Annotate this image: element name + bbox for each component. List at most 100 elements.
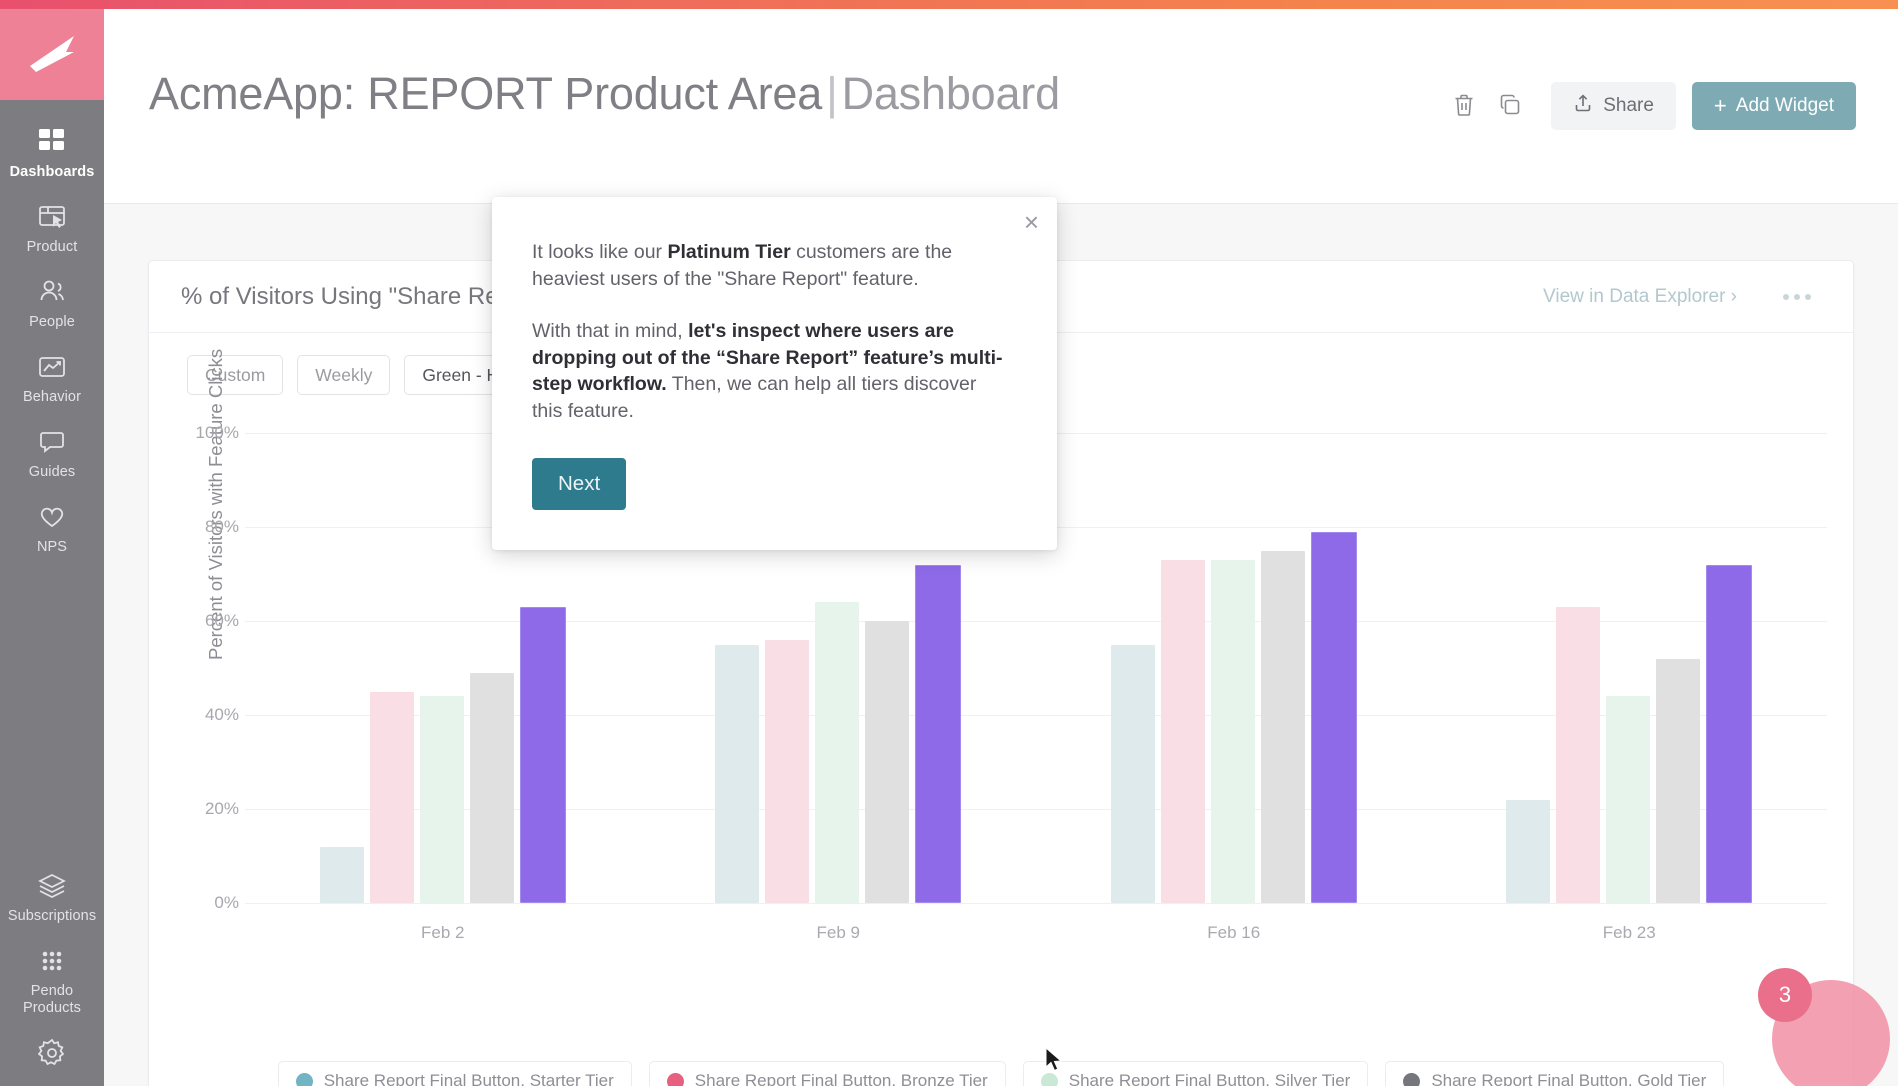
y-axis-tick: 20% bbox=[183, 799, 239, 819]
chart-bar[interactable] bbox=[915, 565, 961, 903]
y-axis-tick: 40% bbox=[183, 705, 239, 725]
delete-dashboard-button[interactable] bbox=[1441, 83, 1487, 129]
chart-bar[interactable] bbox=[370, 692, 414, 904]
sidebar-item-people[interactable]: People bbox=[0, 266, 104, 341]
sidebar-item-label: Dashboards bbox=[10, 164, 95, 181]
sidebar-item-label: Subscriptions bbox=[8, 908, 96, 925]
legend-item[interactable]: Share Report Final Button, Starter Tier bbox=[278, 1061, 632, 1086]
y-axis-tick: 0% bbox=[183, 893, 239, 913]
chart-bar[interactable] bbox=[765, 640, 809, 903]
filter-chip-interval[interactable]: Weekly bbox=[297, 355, 390, 395]
chart-bar[interactable] bbox=[1506, 800, 1550, 903]
chart-bar[interactable] bbox=[865, 621, 909, 903]
sidebar-nav-list: Dashboards Product bbox=[0, 100, 104, 566]
legend-item[interactable]: Share Report Final Button, Silver Tier bbox=[1023, 1061, 1369, 1086]
legend-label: Share Report Final Button, Bronze Tier bbox=[695, 1071, 988, 1086]
guide-p1-pre: It looks like our bbox=[532, 241, 667, 263]
pendo-logo-icon bbox=[26, 30, 78, 76]
trash-icon bbox=[1451, 92, 1477, 121]
page-title-app: AcmeApp: REPORT Product Area bbox=[149, 68, 822, 119]
kebab-dot bbox=[1805, 294, 1811, 300]
legend-item[interactable]: Share Report Final Button, Bronze Tier bbox=[649, 1061, 1006, 1086]
share-button[interactable]: Share bbox=[1551, 82, 1676, 130]
chart-bar[interactable] bbox=[320, 847, 364, 903]
close-icon[interactable]: × bbox=[1024, 209, 1039, 235]
guide-next-button[interactable]: Next bbox=[532, 458, 626, 510]
chart-bar[interactable] bbox=[1211, 560, 1255, 903]
sidebar-item-subscriptions[interactable]: Subscriptions bbox=[0, 860, 104, 935]
chart-bar[interactable] bbox=[1606, 696, 1650, 903]
chart-bar[interactable] bbox=[1706, 565, 1752, 903]
widget-header-actions: View in Data Explorer › bbox=[1543, 286, 1817, 308]
page-title-page: Dashboard bbox=[842, 68, 1060, 119]
duplicate-dashboard-button[interactable] bbox=[1487, 83, 1533, 129]
plus-icon: + bbox=[1714, 95, 1727, 117]
chart-bar[interactable] bbox=[1311, 532, 1357, 903]
filter-chip-date-range[interactable]: Custom bbox=[187, 355, 283, 395]
guide-paragraph-1: It looks like our Platinum Tier customer… bbox=[532, 239, 1005, 292]
x-axis-tick: Feb 2 bbox=[245, 923, 641, 943]
chart-bar[interactable] bbox=[1261, 551, 1305, 904]
chart-bar[interactable] bbox=[420, 696, 464, 903]
sidebar-item-behavior[interactable]: Behavior bbox=[0, 341, 104, 416]
layers-icon bbox=[37, 869, 67, 903]
resource-center-launcher[interactable]: 3 bbox=[1772, 980, 1890, 1086]
chart-bar[interactable] bbox=[520, 607, 566, 903]
sidebar-item-label: Behavior bbox=[23, 389, 81, 406]
product-cursor-icon bbox=[37, 200, 67, 234]
sidebar-item-pendo-products[interactable]: Pendo Products bbox=[0, 935, 104, 1027]
sidebar-item-label: NPS bbox=[37, 539, 67, 556]
page-header: AcmeApp: REPORT Product Area|Dashboard bbox=[104, 6, 1898, 204]
guide-p2-pre: With that in mind, bbox=[532, 320, 688, 342]
people-icon bbox=[37, 275, 67, 309]
x-axis-tick: Feb 23 bbox=[1432, 923, 1828, 943]
behavior-chart-icon bbox=[37, 350, 67, 384]
sidebar-item-dashboards[interactable]: Dashboards bbox=[0, 116, 104, 191]
heart-icon bbox=[37, 500, 67, 534]
chart-bar[interactable] bbox=[815, 602, 859, 903]
sidebar-item-nps[interactable]: NPS bbox=[0, 491, 104, 566]
sidebar-item-product[interactable]: Product bbox=[0, 191, 104, 266]
legend-swatch bbox=[296, 1073, 313, 1086]
legend-swatch bbox=[1403, 1073, 1420, 1086]
legend-swatch bbox=[667, 1073, 684, 1086]
guide-p1-bold: Platinum Tier bbox=[667, 241, 790, 263]
upload-icon bbox=[1573, 93, 1593, 119]
more-options-icon[interactable] bbox=[1777, 288, 1817, 306]
chart-bar[interactable] bbox=[1111, 645, 1155, 904]
kebab-dot bbox=[1783, 294, 1789, 300]
sidebar-bottom-nav: Subscriptions Pendo Products bbox=[0, 860, 104, 1086]
resource-center-badge: 3 bbox=[1758, 968, 1812, 1022]
x-axis-tick: Feb 9 bbox=[641, 923, 1037, 943]
sidebar-item-label: Pendo Products bbox=[2, 983, 102, 1017]
chart-bar[interactable] bbox=[470, 673, 514, 903]
kebab-dot bbox=[1794, 294, 1800, 300]
chart-bar[interactable] bbox=[1656, 659, 1700, 903]
chart-bar-group: Feb 23 bbox=[1432, 433, 1828, 903]
chart-bar[interactable] bbox=[715, 645, 759, 904]
add-widget-button[interactable]: + Add Widget bbox=[1692, 82, 1856, 130]
x-axis-tick: Feb 16 bbox=[1036, 923, 1432, 943]
page-title: AcmeApp: REPORT Product Area|Dashboard bbox=[149, 68, 1060, 120]
top-gradient-strip bbox=[0, 0, 1898, 9]
view-in-data-explorer-link[interactable]: View in Data Explorer › bbox=[1543, 286, 1737, 308]
sidebar-item-guides[interactable]: Guides bbox=[0, 416, 104, 491]
main-sidebar: Dashboards Product bbox=[0, 6, 104, 1086]
sidebar-item-label: People bbox=[29, 314, 75, 331]
add-widget-label: Add Widget bbox=[1736, 95, 1834, 117]
grid-icon bbox=[37, 125, 67, 159]
copy-icon bbox=[1497, 92, 1523, 121]
chart-bar[interactable] bbox=[1161, 560, 1205, 903]
gear-icon bbox=[36, 1036, 68, 1070]
chart-bar[interactable] bbox=[1556, 607, 1600, 903]
sidebar-item-label: Guides bbox=[29, 464, 76, 481]
y-axis-tick: 80% bbox=[183, 517, 239, 537]
legend-item[interactable]: Share Report Final Button, Gold Tier bbox=[1385, 1061, 1724, 1086]
app-root: Dashboards Product bbox=[0, 0, 1898, 1086]
pendo-logo[interactable] bbox=[0, 6, 104, 100]
y-axis-tick: 60% bbox=[183, 611, 239, 631]
legend-label: Share Report Final Button, Silver Tier bbox=[1069, 1071, 1351, 1086]
chart-gridline bbox=[245, 903, 1827, 904]
sidebar-item-settings[interactable] bbox=[0, 1027, 104, 1080]
guide-paragraph-2: With that in mind, let's inspect where u… bbox=[532, 318, 1005, 424]
